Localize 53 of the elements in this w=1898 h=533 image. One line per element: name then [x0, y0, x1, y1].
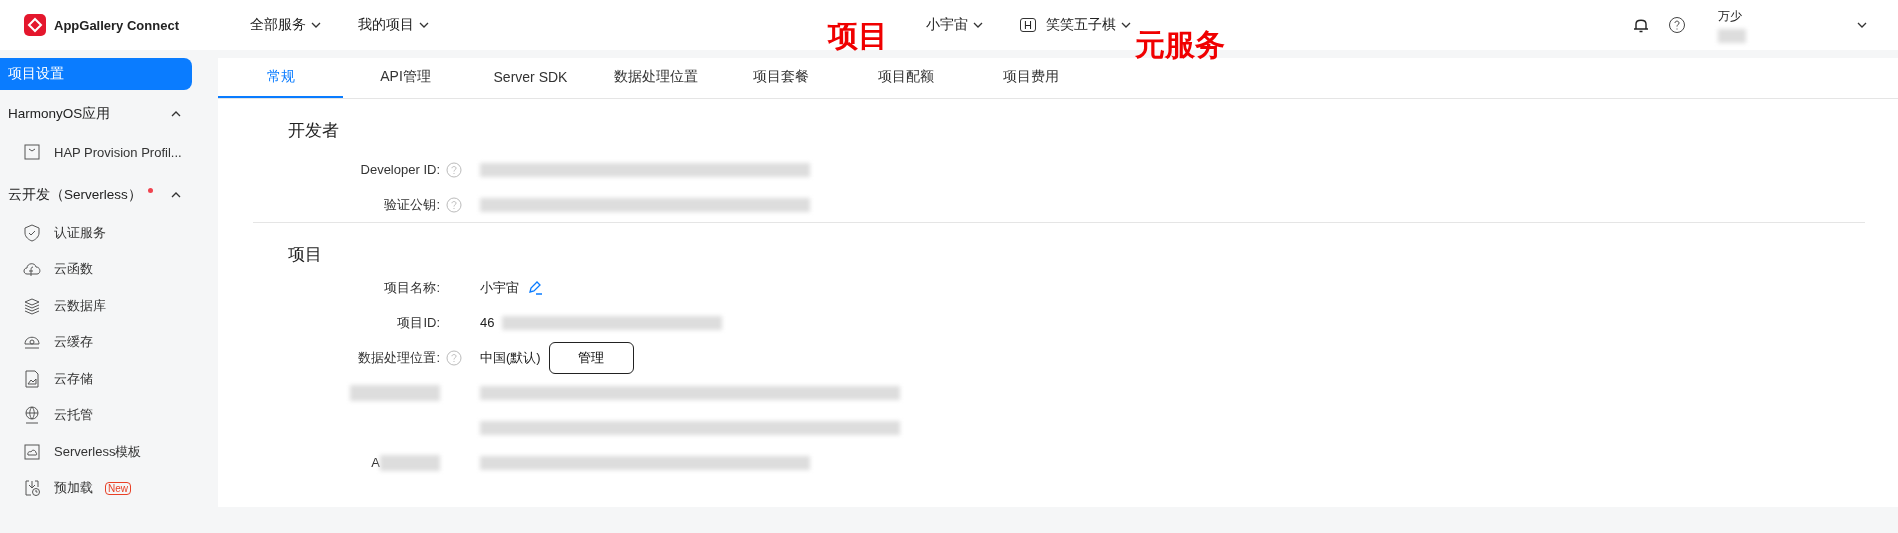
annotation-label: 元服务 [1135, 27, 1225, 63]
nav-menu[interactable]: 我的项目 [358, 16, 430, 34]
new-badge: New [105, 481, 131, 495]
manage-button[interactable]: 管理 [548, 341, 634, 374]
sidebar-item[interactable]: 云缓存 [0, 324, 218, 361]
sidebar-item[interactable]: 云数据库 [0, 287, 218, 324]
profile-icon [22, 142, 42, 163]
tab[interactable]: 项目配额 [843, 58, 968, 98]
tab[interactable]: 数据处理位置 [593, 58, 718, 98]
help-icon[interactable] [1668, 16, 1686, 34]
field-value: 中国(默认) [480, 348, 541, 367]
sidebar-group[interactable]: 云开发（Serverless） [0, 174, 190, 215]
field-label: Developer ID: [360, 162, 440, 177]
field-label: A [371, 455, 380, 470]
field-value: 小宇宙 [480, 278, 519, 297]
stack-icon [22, 295, 42, 316]
logo-icon [24, 14, 46, 36]
tab[interactable]: 常规 [218, 58, 343, 98]
user-name: 万少 [1718, 7, 1743, 25]
tab[interactable]: 项目费用 [968, 58, 1093, 98]
sidebar-item[interactable]: 云存储 [0, 360, 218, 397]
sidebar-item[interactable]: 认证服务 [0, 214, 218, 251]
sidebar-item[interactable]: 云托管 [0, 397, 218, 434]
field-label: 数据处理位置: [358, 348, 440, 367]
app-badge: H [1020, 18, 1036, 32]
annotation-label: 项目 [828, 18, 888, 54]
tab[interactable]: 项目套餐 [718, 58, 843, 98]
project-switcher[interactable]: 小宇宙 [926, 16, 984, 34]
template-icon [22, 441, 42, 462]
globe-icon [22, 405, 42, 426]
nav-menu[interactable]: 全部服务 [250, 16, 322, 34]
app-switcher[interactable]: H 笑笑五子棋 [1020, 16, 1132, 34]
preload-icon [22, 478, 42, 499]
section-title: 项目 [288, 244, 323, 266]
section-title: 开发者 [288, 120, 340, 142]
sidebar-item[interactable]: Serverless模板 [0, 433, 218, 470]
app-name: AppGallery Connect [54, 17, 179, 33]
sidebar-item[interactable]: 预加载 New [0, 470, 218, 507]
field-label: 项目ID: [397, 313, 440, 332]
field-label: 验证公钥: [384, 195, 440, 214]
sidebar-item[interactable]: 云函数 [0, 251, 218, 288]
redacted-text [1718, 28, 1746, 43]
redacted-text [380, 454, 440, 471]
storage-icon [22, 368, 42, 389]
tab[interactable]: API管理 [343, 58, 468, 98]
sidebar-item[interactable]: 项目设置 [0, 58, 192, 90]
edit-icon[interactable] [527, 279, 543, 296]
sidebar-item[interactable]: HAP Provision Profil... [0, 134, 218, 171]
field-label: 项目名称: [384, 278, 440, 297]
sidebar-group[interactable]: HarmonyOS应用 [0, 94, 190, 134]
field-value: 46 [480, 315, 495, 330]
shield-icon [22, 222, 42, 243]
tab[interactable]: Server SDK [468, 58, 593, 98]
